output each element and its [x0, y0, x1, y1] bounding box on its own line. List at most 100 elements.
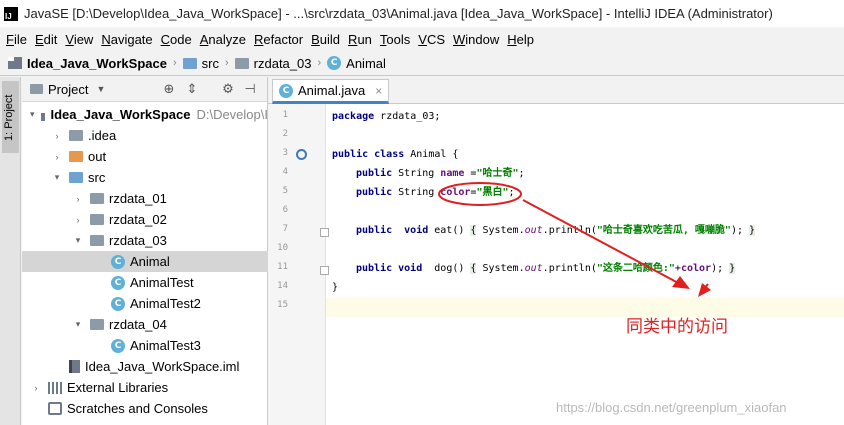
code-token: ; — [508, 187, 515, 198]
class-icon: C — [111, 275, 125, 290]
class-icon: C — [279, 83, 293, 98]
menu-edit[interactable]: Edit — [33, 32, 63, 47]
tree-item[interactable]: › .idea — [22, 125, 268, 146]
chevron-down-icon[interactable]: ▾ — [51, 172, 63, 183]
class-gutter-icon[interactable] — [296, 149, 307, 160]
line-number: 14 — [277, 281, 288, 291]
tree-item-label: Scratches and Consoles — [67, 401, 208, 416]
code-area[interactable]: package rzdata_03; public class Animal {… — [326, 104, 844, 425]
package-icon — [90, 214, 104, 225]
chevron-right-icon[interactable]: › — [72, 194, 84, 204]
tree-item-label: rzdata_04 — [109, 317, 167, 332]
menu-tools[interactable]: Tools — [378, 32, 416, 47]
package-icon — [90, 235, 104, 246]
tree-item[interactable]: C Animal — [22, 251, 268, 272]
tree-item[interactable]: Scratches and Consoles — [22, 398, 268, 419]
package-icon — [234, 57, 249, 69]
tree-item[interactable]: › rzdata_02 — [22, 209, 268, 230]
code-token: } — [749, 225, 756, 236]
gear-icon[interactable]: ⚙ — [221, 82, 235, 96]
code-token: color — [440, 187, 471, 198]
tree-item-label: src — [88, 170, 106, 185]
package-icon — [90, 193, 104, 204]
code-token: String — [392, 168, 441, 179]
code-token: public — [356, 263, 393, 274]
tree-item-label: Idea_Java_WorkSpace — [50, 107, 191, 122]
breadcrumb-label: Animal — [346, 55, 386, 71]
breadcrumb-label: rzdata_03 — [253, 55, 312, 71]
code-token: public class — [332, 149, 405, 160]
menu-window[interactable]: Window — [451, 32, 505, 47]
code-line-11: public void dog() { System.out.println("… — [356, 259, 736, 278]
close-icon[interactable]: × — [375, 84, 382, 98]
tree-item[interactable]: Idea_Java_WorkSpace.iml — [22, 356, 268, 377]
tree-item[interactable]: › out — [22, 146, 268, 167]
tree-item-label: .idea — [88, 128, 117, 143]
line-number: 4 — [282, 167, 288, 177]
code-token: public — [356, 187, 393, 198]
tree-item[interactable]: C AnimalTest — [22, 272, 268, 293]
chevron-right-icon[interactable]: › — [51, 152, 63, 162]
scratches-icon — [48, 402, 62, 415]
project-tool-tab[interactable]: 1: Project — [2, 81, 19, 153]
tree-item-label: rzdata_02 — [109, 212, 167, 227]
project-view-icon — [30, 84, 43, 94]
collapse-all-icon[interactable]: ⇕ — [185, 82, 199, 96]
menu-view[interactable]: View — [63, 32, 99, 47]
tree-item[interactable]: › rzdata_01 — [22, 188, 268, 209]
code-token: void — [392, 225, 429, 236]
code-line-5: public String color="黑白"; — [356, 183, 515, 202]
iml-file-icon — [69, 360, 80, 373]
chevron-down-icon[interactable]: ▾ — [72, 319, 84, 330]
breadcrumb-item-project[interactable]: Idea_Java_WorkSpace › — [8, 56, 183, 71]
menu-build[interactable]: Build — [309, 32, 346, 47]
tree-item[interactable]: ▾ rzdata_03 — [22, 230, 268, 251]
chevron-right-icon[interactable]: › — [51, 131, 63, 141]
menu-file[interactable]: File — [4, 32, 33, 47]
breadcrumb-label: src — [201, 55, 219, 71]
annotation-label: 同类中的访问 — [626, 317, 728, 337]
breadcrumb: Idea_Java_WorkSpace › src › rzdata_03 › … — [0, 51, 844, 76]
code-token: System. — [476, 225, 525, 236]
menu-code[interactable]: Code — [159, 32, 198, 47]
tree-item[interactable]: ▾ src — [22, 167, 268, 188]
code-token: "这条二哈颜色:" — [596, 263, 675, 274]
code-token: void — [392, 263, 423, 274]
code-token: dog() — [422, 263, 471, 274]
hide-panel-icon[interactable]: ⊣ — [243, 82, 257, 96]
tree-item[interactable]: C AnimalTest3 — [22, 335, 268, 356]
chevron-right-icon: › — [317, 57, 322, 69]
tree-item[interactable]: ▾ Idea_Java_WorkSpace D:\Develop\I — [22, 104, 268, 125]
class-icon: C — [111, 338, 125, 353]
editor-tab-animal-java[interactable]: C Animal.java × — [272, 79, 390, 104]
breadcrumb-item-class[interactable]: C Animal — [327, 56, 386, 71]
tree-item[interactable]: ▾ rzdata_04 — [22, 314, 268, 335]
menu-navigate[interactable]: Navigate — [99, 32, 158, 47]
code-token: } — [729, 263, 736, 274]
tree-item-label: External Libraries — [67, 380, 169, 395]
line-number: 11 — [277, 262, 288, 272]
menu-refactor[interactable]: Refactor — [252, 32, 309, 47]
tree-item[interactable]: › External Libraries — [22, 377, 268, 398]
project-view-selector[interactable]: Project — [48, 82, 88, 97]
editor-gutter: 1 2 3 4 5 6 7 10 11 14 15 — [268, 104, 329, 425]
code-token: rzdata_03; — [374, 111, 441, 122]
chevron-down-icon[interactable]: ▾ — [72, 235, 84, 246]
tree-item[interactable]: C AnimalTest2 — [22, 293, 268, 314]
menu-help[interactable]: Help — [505, 32, 540, 47]
editor-tab-label: Animal.java — [298, 83, 366, 98]
chevron-down-icon[interactable]: ▼ — [96, 84, 105, 94]
chevron-right-icon[interactable]: › — [72, 215, 84, 225]
chevron-right-icon[interactable]: › — [30, 383, 42, 393]
menu-vcs[interactable]: VCS — [416, 32, 451, 47]
menu-run[interactable]: Run — [346, 32, 378, 47]
chevron-down-icon[interactable]: ▾ — [30, 109, 35, 120]
tree-item-label: out — [88, 149, 107, 164]
code-line-4: public String name ="哈士奇"; — [356, 164, 525, 183]
breadcrumb-item-src[interactable]: src › — [182, 55, 235, 71]
code-token: "哈士奇" — [476, 168, 519, 179]
code-token: name — [440, 168, 465, 179]
breadcrumb-item-package[interactable]: rzdata_03 › — [234, 55, 328, 71]
locate-target-icon[interactable]: ⊕ — [162, 82, 176, 96]
menu-analyze[interactable]: Analyze — [198, 32, 252, 47]
